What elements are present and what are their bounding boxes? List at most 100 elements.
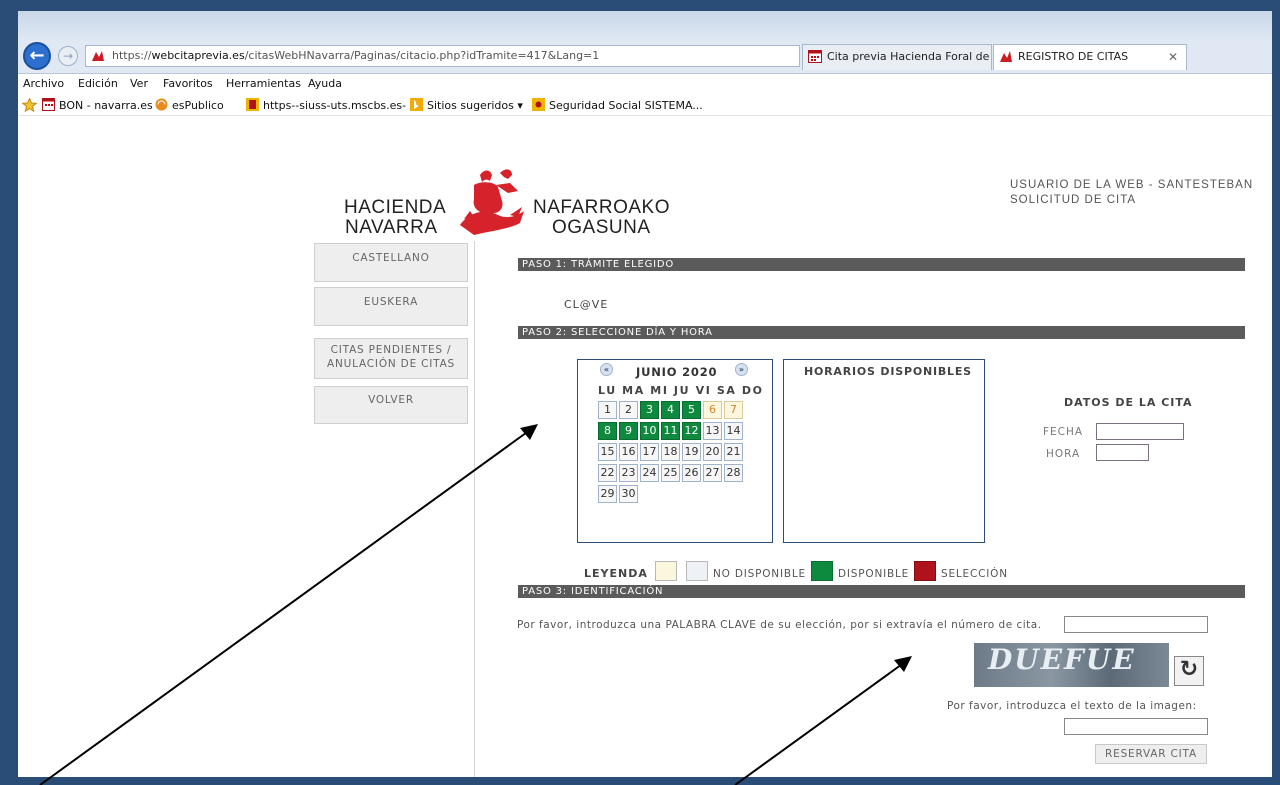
url-domain: webcitaprevia.es (151, 49, 245, 62)
calendar-day: 6 (703, 401, 722, 419)
favorite-siuss[interactable]: https--siuss-uts.mscbs.es- (246, 98, 406, 112)
seguridad-social-icon (532, 98, 545, 111)
castellano-button[interactable]: CASTELLANO (314, 243, 468, 282)
favorites-star-icon[interactable] (21, 97, 38, 113)
calendar-day: 17 (640, 443, 659, 461)
tab-label: Cita previa Hacienda Foral de ... (827, 50, 992, 63)
captcha-image: DUEFUE (974, 643, 1169, 687)
calendar-day: 1 (598, 401, 617, 419)
legend-seleccion-label: SELECCIÓN (941, 568, 1008, 580)
calendar-day: 26 (682, 464, 701, 482)
step1-title: PASO 1: TRÁMITE ELEGIDO (518, 258, 1245, 271)
calendar-day: 23 (619, 464, 638, 482)
calendar-day: 20 (703, 443, 722, 461)
calendar-day: 19 (682, 443, 701, 461)
next-month-icon[interactable]: » (735, 363, 748, 376)
url-path: /citasWebHNavarra/Paginas/citacio.php?id… (244, 49, 600, 62)
close-tab-icon[interactable]: ✕ (1168, 45, 1178, 69)
favorite-sitios-sugeridos[interactable]: Sitios sugeridos ▾ (410, 98, 523, 112)
calendar-day[interactable]: 3 (640, 401, 659, 419)
bing-icon (410, 98, 423, 111)
title-strip (18, 11, 1272, 40)
bon-icon (42, 98, 55, 111)
menu-ayuda[interactable]: Ayuda (308, 77, 342, 90)
hacienda-navarra-logo: HACIENDA NAVARRA NAFARROAKO OGASUNA (344, 167, 694, 247)
hora-field[interactable] (1096, 444, 1149, 461)
address-row: ← → https://webcitaprevia.es/citasWebHNa… (18, 40, 1272, 74)
euskera-button[interactable]: EUSKERA (314, 287, 468, 326)
calendar: « JUNIO 2020 » LU MA MI JU VI SA DO 1234… (577, 359, 773, 543)
step3-title: PASO 3: IDENTIFICACIÓN (518, 585, 1245, 598)
window-frame-left (0, 0, 18, 785)
calendar-day: 16 (619, 443, 638, 461)
calendar-day: 15 (598, 443, 617, 461)
menu-ver[interactable]: Ver (130, 77, 148, 90)
address-bar[interactable]: https://webcitaprevia.es/citasWebHNavarr… (85, 45, 800, 67)
user-info: USUARIO DE LA WEB - SANTESTEBAN SOLICITU… (1010, 178, 1253, 208)
request-line: SOLICITUD DE CITA (1010, 194, 1137, 206)
calendar-day: 21 (724, 443, 743, 461)
legend-no-disponible-swatch (686, 561, 708, 581)
tab-cita-previa[interactable]: Cita previa Hacienda Foral de ... (802, 44, 992, 70)
reservar-cita-button[interactable]: RESERVAR CITA (1095, 744, 1207, 764)
site-tab-icon (1000, 51, 1012, 62)
site-favicon-icon (90, 49, 106, 63)
window-frame-right (1272, 0, 1280, 785)
legend-title: LEYENDA (584, 567, 648, 580)
forward-button[interactable]: → (58, 46, 78, 66)
tab-registro-de-citas[interactable]: REGISTRO DE CITAS ✕ (993, 44, 1187, 70)
calendar-day: 30 (619, 485, 638, 503)
refresh-captcha-icon[interactable]: ↻ (1174, 656, 1204, 686)
datos-cita-title: DATOS DE LA CITA (1064, 396, 1193, 409)
legend-disponible-swatch (811, 561, 833, 581)
captcha-text: DUEFUE (988, 643, 1136, 676)
calendar-day[interactable]: 11 (661, 422, 680, 440)
menu-edicion[interactable]: Edición (78, 77, 118, 90)
favorite-bon[interactable]: BON - navarra.es (42, 98, 153, 112)
fecha-field[interactable] (1096, 423, 1184, 440)
calendar-day: 28 (724, 464, 743, 482)
captcha-prompt: Por favor, introduzca el texto de la ima… (947, 700, 1197, 712)
favorite-espublico[interactable]: esPublico (155, 98, 224, 112)
horarios-title: HORARIOS DISPONIBLES (804, 365, 972, 378)
calendar-day[interactable]: 9 (619, 422, 638, 440)
calendar-day: 2 (619, 401, 638, 419)
calendar-day[interactable]: 4 (661, 401, 680, 419)
vertical-divider (474, 241, 475, 777)
calendar-day: 24 (640, 464, 659, 482)
calendar-day[interactable]: 8 (598, 422, 617, 440)
keyword-prompt: Por favor, introduzca una PALABRA CLAVE … (517, 619, 1042, 631)
calendar-day[interactable]: 12 (682, 422, 701, 440)
browser-window: ← → https://webcitaprevia.es/citasWebHNa… (18, 11, 1272, 777)
menu-favoritos[interactable]: Favoritos (163, 77, 213, 90)
siuss-icon (246, 98, 259, 111)
volver-button[interactable]: VOLVER (314, 386, 468, 424)
calendar-weekdays: LU MA MI JU VI SA DO (598, 384, 764, 397)
back-button[interactable]: ← (23, 42, 51, 70)
calendar-day: 22 (598, 464, 617, 482)
calendar-day[interactable]: 5 (682, 401, 701, 419)
window-frame-top (0, 0, 1280, 11)
favorite-seguridad-social[interactable]: Seguridad Social SISTEMA... (532, 98, 703, 112)
coat-of-arms-icon (460, 169, 524, 235)
legend-disponible-label: DISPONIBLE (838, 568, 910, 580)
calendar-day: 27 (703, 464, 722, 482)
tab-label: REGISTRO DE CITAS (1018, 50, 1129, 63)
pending-appointments-button[interactable]: CITAS PENDIENTES / ANULACIÓN DE CITAS (314, 338, 468, 379)
hora-label: HORA (1046, 448, 1081, 460)
calendar-day[interactable]: 10 (640, 422, 659, 440)
favorites-bar: BON - navarra.es esPublico https--siuss-… (18, 94, 1272, 116)
keyword-field[interactable] (1064, 616, 1208, 633)
step2-title: PASO 2: SELECCIONE DÍA Y HORA (518, 326, 1245, 339)
url-prefix: https:// (112, 49, 152, 62)
captcha-field[interactable] (1064, 718, 1208, 735)
menu-herramientas[interactable]: Herramientas (226, 77, 301, 90)
calendar-day: 29 (598, 485, 617, 503)
espublico-icon (155, 98, 168, 111)
prev-month-icon[interactable]: « (600, 363, 613, 376)
legend-weekend-swatch (655, 561, 677, 581)
step1-value: CL@VE (564, 298, 609, 311)
calendar-month-title: JUNIO 2020 (636, 365, 718, 379)
horarios-panel: HORARIOS DISPONIBLES (783, 359, 985, 543)
menu-archivo[interactable]: Archivo (23, 77, 64, 90)
